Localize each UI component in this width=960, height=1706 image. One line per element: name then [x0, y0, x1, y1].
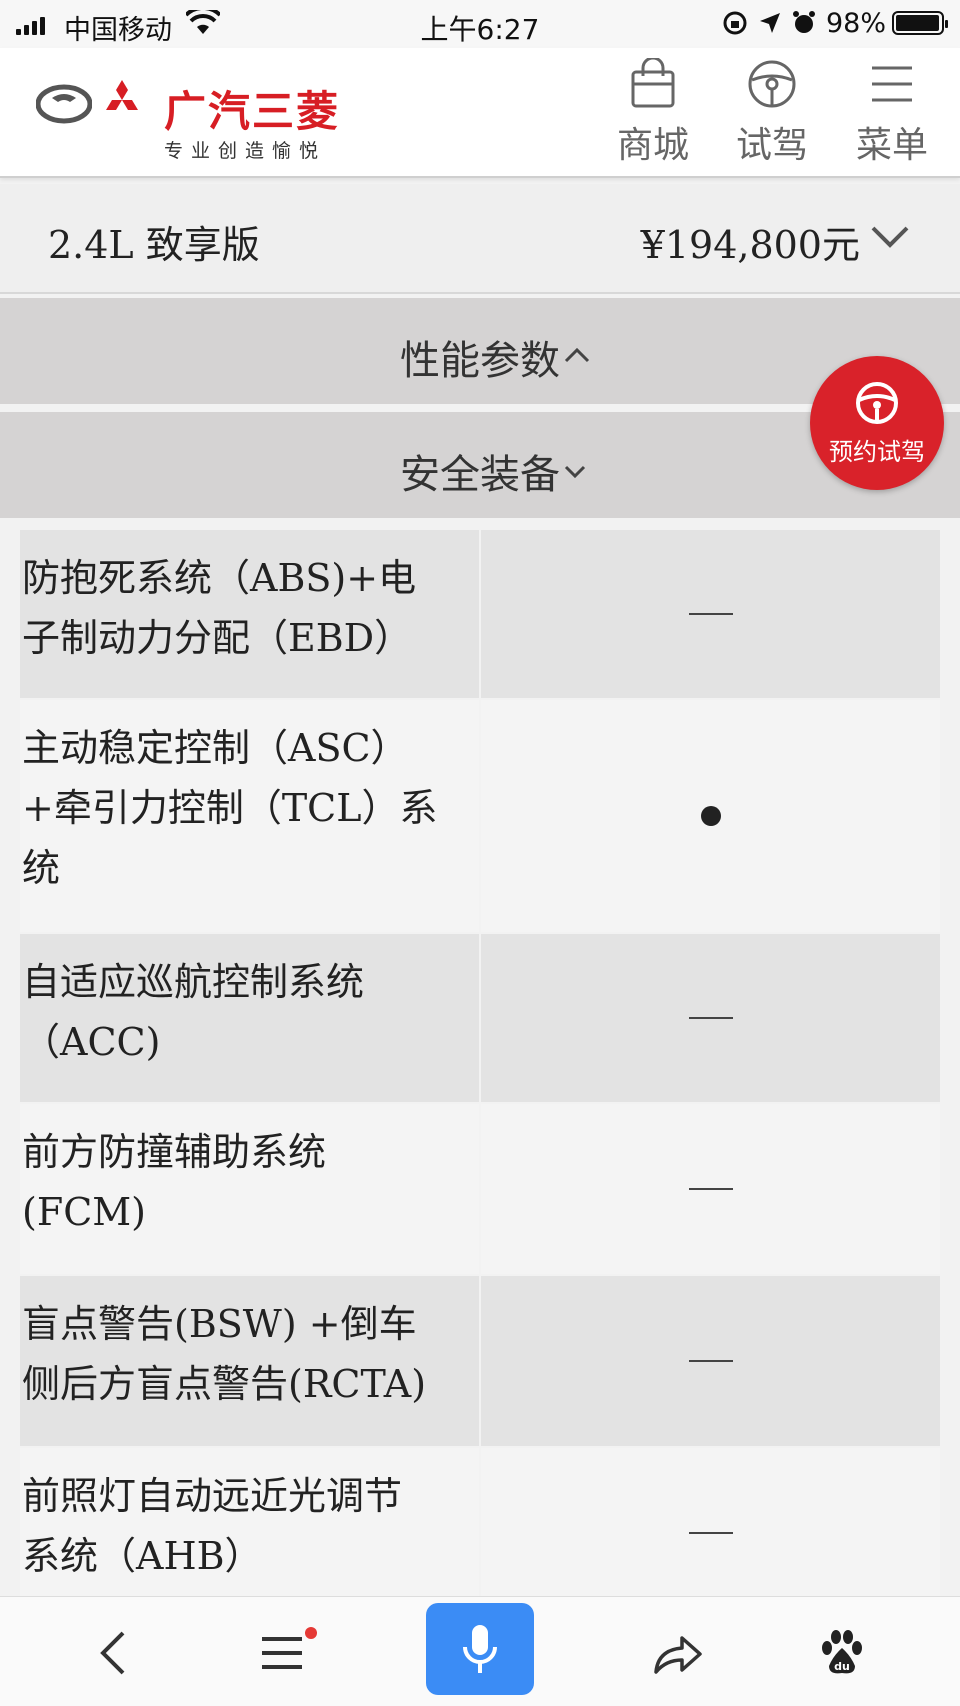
spec-name: 主动稳定控制（ASC） +牵引力控制（TCL）系统	[20, 700, 479, 932]
location-arrow-icon	[760, 13, 780, 33]
spec-value	[481, 1104, 940, 1274]
spec-value	[481, 1276, 940, 1446]
chevron-down-icon[interactable]	[870, 224, 910, 250]
table-row: 主动稳定控制（ASC） +牵引力控制（TCL）系统	[20, 700, 940, 932]
back-button[interactable]	[62, 1611, 162, 1695]
share-icon	[654, 1636, 702, 1674]
model-selector[interactable]: 2.4L 致享版 ¥194,800元	[0, 184, 960, 294]
svg-text:du: du	[834, 1660, 850, 1673]
nav-menu-label: 菜单	[855, 125, 928, 166]
nav-test-drive-label: 试驾	[735, 125, 808, 166]
rotation-lock-icon	[723, 11, 747, 35]
notification-dot	[305, 1627, 317, 1639]
alarm-icon	[793, 11, 815, 33]
table-row: 防抱死系统（ABS)+电 子制动力分配（EBD）	[20, 530, 940, 698]
mitsubishi-logo-icon	[106, 80, 138, 110]
baidu-home-button[interactable]: du	[792, 1611, 892, 1695]
model-price: ¥194,800元	[640, 223, 860, 267]
steering-wheel-icon	[856, 382, 898, 424]
table-row: 盲点警告(BSW) +倒车 侧后方盲点警告(RCTA)	[20, 1276, 940, 1446]
nav-menu-button[interactable]: 菜单	[842, 58, 942, 168]
steering-wheel-icon	[748, 60, 796, 108]
gac-logo-icon	[36, 84, 92, 124]
battery-percent: 98%	[826, 8, 887, 39]
table-row: 前方防撞辅助系统 (FCM)	[20, 1104, 940, 1274]
not-available-dash	[688, 1188, 733, 1190]
browser-toolbar: du	[0, 1596, 960, 1706]
menu-icon	[262, 1637, 302, 1669]
status-bar: 中国移动 上午6:27 98%	[0, 0, 960, 48]
section-performance-label: 性能参数	[400, 338, 560, 384]
share-button[interactable]	[628, 1611, 728, 1695]
brand-logo[interactable]: 广汽三菱 专业创造愉悦	[36, 72, 376, 168]
spec-name: 防抱死系统（ABS)+电 子制动力分配（EBD）	[20, 530, 479, 698]
nav-mall-button[interactable]: 商城	[603, 58, 703, 168]
not-available-dash	[688, 1532, 733, 1534]
site-header: 广汽三菱 专业创造愉悦 商城 试驾 菜单	[0, 48, 960, 178]
spec-name: 盲点警告(BSW) +倒车 侧后方盲点警告(RCTA)	[20, 1276, 479, 1446]
clock: 上午6:27	[420, 13, 540, 46]
not-available-dash	[688, 1360, 733, 1362]
spec-value	[481, 934, 940, 1102]
spec-value	[481, 1448, 940, 1618]
back-icon	[100, 1631, 125, 1675]
microphone-icon	[463, 1625, 497, 1673]
brand-name: 广汽三菱	[164, 87, 341, 136]
spec-name: 前照灯自动远近光调节 系统（AHB）	[20, 1448, 479, 1618]
tabs-menu-button[interactable]	[232, 1611, 332, 1695]
book-test-drive-label: 预约试驾	[829, 438, 925, 466]
table-row: 前照灯自动远近光调节 系统（AHB）	[20, 1448, 940, 1618]
spec-name: 自适应巡航控制系统 （ACC)	[20, 934, 479, 1102]
not-available-dash	[688, 1017, 733, 1019]
not-available-dash	[688, 613, 733, 615]
chevron-down-icon	[564, 465, 586, 479]
section-performance-header[interactable]: 性能参数	[0, 298, 960, 404]
book-test-drive-button[interactable]: 预约试驾	[810, 356, 944, 490]
baidu-paw-icon: du	[822, 1630, 862, 1674]
spec-value	[481, 530, 940, 698]
spec-value	[481, 700, 940, 932]
menu-icon	[872, 66, 912, 102]
shopping-bag-icon	[631, 58, 675, 108]
chevron-up-icon	[564, 347, 590, 363]
table-row: 自适应巡航控制系统 （ACC)	[20, 934, 940, 1102]
nav-test-drive-button[interactable]: 试驾	[722, 58, 822, 168]
spec-name: 前方防撞辅助系统 (FCM)	[20, 1104, 479, 1274]
nav-mall-label: 商城	[616, 125, 689, 166]
battery-icon	[892, 11, 948, 35]
model-name: 2.4L 致享版	[48, 223, 260, 267]
brand-slogan: 专业创造愉悦	[164, 140, 327, 162]
voice-search-button[interactable]	[426, 1603, 534, 1695]
standard-dot	[700, 806, 721, 826]
